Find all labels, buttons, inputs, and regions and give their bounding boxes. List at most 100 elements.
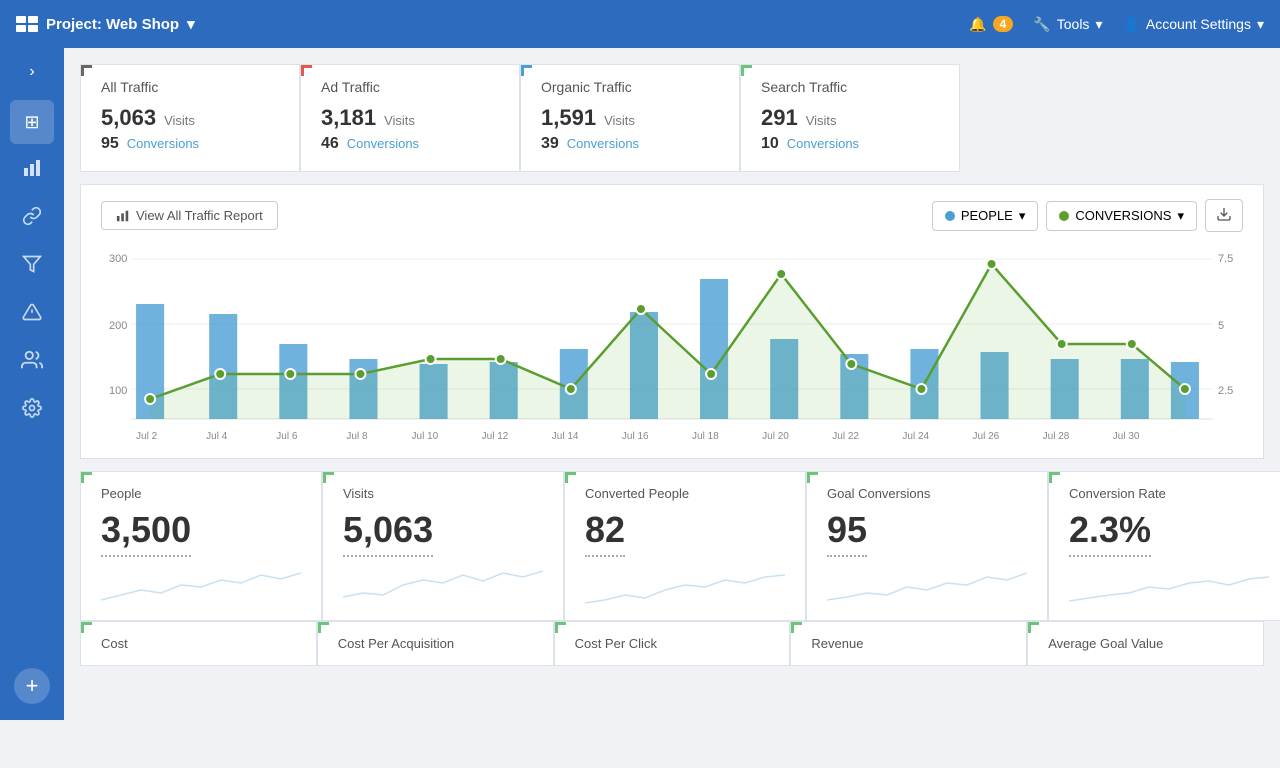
bottom-card-average-goal-value: Average Goal Value — [1027, 621, 1264, 666]
conversions-chevron-icon: ▾ — [1177, 208, 1184, 224]
all-traffic-visits-row: 5,063 Visits — [101, 105, 279, 131]
revenue-title: Revenue — [811, 636, 1006, 651]
sidebar: › ⊞ — [0, 48, 64, 720]
svg-text:Jul 6: Jul 6 — [276, 431, 298, 442]
visits-mini-chart — [343, 565, 543, 605]
organic-traffic-visits-num: 1,591 — [541, 105, 596, 131]
svg-text:Jul 22: Jul 22 — [832, 431, 859, 442]
converted-people-stat-title: Converted People — [585, 486, 785, 501]
sidebar-item-alerts[interactable] — [10, 292, 54, 336]
svg-text:Jul 16: Jul 16 — [622, 431, 649, 442]
search-traffic-visits-label: Visits — [806, 113, 837, 128]
cost-title: Cost — [101, 636, 296, 651]
search-traffic-title: Search Traffic — [761, 79, 939, 95]
conversion-rate-stat-value: 2.3% — [1069, 509, 1151, 557]
all-traffic-visits-label: Visits — [164, 113, 195, 128]
all-traffic-title: All Traffic — [101, 79, 279, 95]
sidebar-item-dashboard[interactable]: ⊞ — [10, 100, 54, 144]
all-traffic-conv-num: 95 — [101, 135, 119, 153]
ad-traffic-visits-row: 3,181 Visits — [321, 105, 499, 131]
bell-icon: 🔔 — [969, 16, 986, 33]
user-icon: 👤 — [1122, 16, 1139, 33]
sidebar-item-filters[interactable] — [10, 244, 54, 288]
conversions-dropdown[interactable]: CONVERSIONS ▾ — [1046, 201, 1197, 231]
users-icon — [21, 349, 43, 376]
chart-toolbar: View All Traffic Report PEOPLE ▾ CONVERS… — [101, 199, 1243, 232]
svg-text:Jul 8: Jul 8 — [346, 431, 368, 442]
search-traffic-visits-row: 291 Visits — [761, 105, 939, 131]
conv-rate-mini-chart — [1069, 565, 1269, 605]
bar-chart-icon — [22, 158, 42, 183]
ad-traffic-conv-label: Conversions — [347, 136, 419, 151]
svg-text:300: 300 — [109, 253, 127, 265]
svg-text:2.5: 2.5 — [1218, 385, 1233, 397]
svg-text:7.5: 7.5 — [1218, 253, 1233, 265]
traffic-card-ad: Ad Traffic 3,181 Visits 46 Conversions — [300, 64, 520, 172]
svg-text:Jul 18: Jul 18 — [692, 431, 719, 442]
tools-button[interactable]: 🔧 Tools ▾ — [1033, 16, 1102, 33]
ad-traffic-visits-num: 3,181 — [321, 105, 376, 131]
bottom-card-cost-per-click: Cost Per Click — [554, 621, 791, 666]
sidebar-item-users[interactable] — [10, 340, 54, 384]
people-dot — [945, 211, 955, 221]
organic-traffic-conversions-row: 39 Conversions — [541, 135, 719, 153]
notification-badge: 4 — [993, 16, 1014, 32]
conversions-label: CONVERSIONS — [1075, 208, 1171, 223]
visits-stat-value: 5,063 — [343, 509, 433, 557]
people-chevron-icon: ▾ — [1019, 208, 1026, 224]
all-traffic-visits-num: 5,063 — [101, 105, 156, 131]
goal-mini-chart — [827, 565, 1027, 605]
account-label: Account Settings — [1146, 16, 1251, 32]
project-selector[interactable]: Project: Web Shop ▾ — [16, 15, 195, 33]
tools-label: Tools — [1057, 16, 1090, 32]
traffic-card-search: Search Traffic 291 Visits 10 Conversions — [740, 64, 960, 172]
people-dropdown[interactable]: PEOPLE ▾ — [932, 201, 1039, 231]
report-chart-icon — [116, 209, 130, 223]
all-traffic-conversions-row: 95 Conversions — [101, 135, 279, 153]
svg-text:Jul 2: Jul 2 — [136, 431, 158, 442]
organic-traffic-visits-label: Visits — [604, 113, 635, 128]
gear-icon — [22, 398, 42, 423]
average-goal-value-title: Average Goal Value — [1048, 636, 1243, 651]
stat-card-goal-conversions: Goal Conversions 95 — [806, 471, 1048, 621]
conversions-dot — [1059, 211, 1069, 221]
search-traffic-conv-label: Conversions — [787, 136, 859, 151]
view-report-button[interactable]: View All Traffic Report — [101, 201, 278, 230]
svg-text:Jul 4: Jul 4 — [206, 431, 228, 442]
organic-traffic-conv-num: 39 — [541, 135, 559, 153]
people-stat-value: 3,500 — [101, 509, 191, 557]
bottom-card-revenue: Revenue — [790, 621, 1027, 666]
sidebar-toggle[interactable]: › — [16, 56, 48, 88]
svg-text:5: 5 — [1218, 320, 1224, 332]
converted-people-stat-value: 82 — [585, 509, 625, 557]
sidebar-item-links[interactable] — [10, 196, 54, 240]
svg-text:Jul 20: Jul 20 — [762, 431, 789, 442]
cost-per-click-title: Cost Per Click — [575, 636, 770, 651]
plus-icon: + — [26, 673, 39, 699]
traffic-card-organic: Organic Traffic 1,591 Visits 39 Conversi… — [520, 64, 740, 172]
link-icon — [22, 206, 42, 231]
account-button[interactable]: 👤 Account Settings ▾ — [1122, 16, 1264, 33]
tools-dropdown-icon: ▾ — [1095, 16, 1102, 33]
ad-traffic-title: Ad Traffic — [321, 79, 499, 95]
people-mini-chart — [101, 565, 301, 605]
sidebar-item-analytics[interactable] — [10, 148, 54, 192]
svg-text:200: 200 — [109, 320, 127, 332]
top-navigation: Project: Web Shop ▾ 🔔 4 🔧 Tools ▾ 👤 Acco… — [0, 0, 1280, 48]
download-button[interactable] — [1205, 199, 1243, 232]
all-traffic-conv-label: Conversions — [127, 136, 199, 151]
main-chart-svg: 300 200 100 7.5 5 2.5 — [101, 244, 1243, 444]
organic-traffic-conv-label: Conversions — [567, 136, 639, 151]
organic-traffic-visits-row: 1,591 Visits — [541, 105, 719, 131]
cost-per-acquisition-title: Cost Per Acquisition — [338, 636, 533, 651]
logo-icon — [16, 16, 38, 32]
add-button[interactable]: + — [14, 668, 50, 704]
notifications-button[interactable]: 🔔 4 — [969, 16, 1013, 33]
goal-conversions-stat-value: 95 — [827, 509, 867, 557]
grid-icon: ⊞ — [24, 112, 39, 133]
stat-card-converted-people: Converted People 82 — [564, 471, 806, 621]
bottom-cards-row: Cost Cost Per Acquisition Cost Per Click… — [80, 621, 1264, 666]
converted-mini-chart — [585, 565, 785, 605]
sidebar-item-settings[interactable] — [10, 388, 54, 432]
conversion-rate-stat-title: Conversion Rate — [1069, 486, 1269, 501]
